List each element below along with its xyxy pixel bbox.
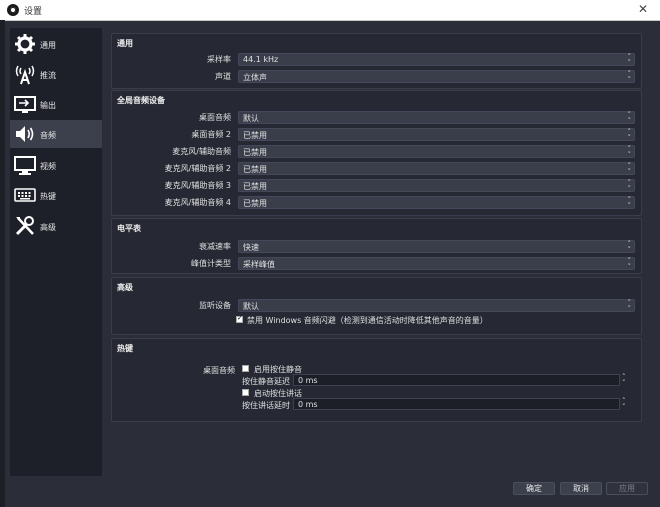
select-value: 44.1 kHz: [243, 55, 279, 64]
select-value: 已禁用: [243, 165, 267, 174]
select-value: 已禁用: [243, 148, 267, 157]
monitor-icon: [14, 156, 36, 175]
title-bar: 设置 ✕: [0, 0, 660, 21]
speaker-icon: [16, 126, 34, 142]
push-to-mute-checkbox[interactable]: [242, 365, 249, 372]
mic-aux-select[interactable]: 已禁用 ˄ ˅: [238, 145, 635, 159]
select-value: 默认: [243, 302, 259, 311]
select-value: 采样峰值: [243, 260, 275, 269]
window-title: 设置: [24, 7, 43, 17]
push-to-talk-delay-label: 按住讲话延时: [242, 401, 290, 410]
spinbox-value: 0 ms: [298, 400, 318, 409]
group-title: 电平表: [117, 224, 141, 233]
device-label: 麦克风/辅助音频: [172, 147, 231, 156]
sidebar-item-hotkeys[interactable]: 热键: [10, 181, 102, 209]
mic-aux-3-select[interactable]: 已禁用 ˄ ˅: [238, 179, 635, 193]
chevron-updown-icon: ˄ ˅: [627, 128, 632, 142]
mic-aux-4-select[interactable]: 已禁用 ˄ ˅: [238, 196, 635, 210]
push-to-mute-delay-spinbox[interactable]: 0 ms: [293, 374, 620, 386]
advanced-group: 高级 监听设备 默认 ˄˅ 禁用 Windows 音频闪避（检测到通信活动时降低…: [111, 277, 642, 335]
chevron-updown-icon: ˄ ˅: [627, 179, 632, 193]
device-label: 麦克风/辅助音频 4: [164, 198, 231, 207]
disable-ducking-checkbox[interactable]: [236, 314, 243, 323]
group-title: 高级: [117, 283, 133, 292]
peak-meter-type-label: 峰值计类型: [191, 259, 231, 268]
audio-settings-panel: 通用 采样率 44.1 kHz ˄ ˅ 声道 立体声 ˄ ˅ 全局音频设备 桌面音频…: [111, 28, 642, 474]
select-value: 立体声: [243, 73, 267, 82]
channels-select[interactable]: 立体声 ˄ ˅: [238, 70, 635, 84]
mic-aux-2-select[interactable]: 已禁用 ˄ ˅: [238, 162, 635, 176]
spin-arrows-icon[interactable]: ˄ ˅: [622, 398, 626, 411]
tools-icon: [15, 216, 34, 236]
cancel-button[interactable]: 取消: [560, 482, 602, 495]
meters-group: 电平表 衰减速率 快速 ˄ ˅ 峰值计类型 采样峰值 ˄ ˅: [111, 218, 642, 274]
peak-meter-type-select[interactable]: 采样峰值 ˄ ˅: [238, 257, 635, 271]
chevron-updown-icon: ˄ ˅: [627, 53, 632, 67]
group-title: 热键: [117, 344, 133, 353]
settings-sidebar: 通用 推流 输出 音频 视频 热键 高级: [10, 28, 102, 476]
group-title: 通用: [117, 39, 133, 48]
sidebar-item-label: 视频: [40, 162, 56, 171]
chevron-updown-icon: ˄ ˅: [627, 240, 632, 254]
chevron-updown-icon: ˄ ˅: [627, 70, 632, 84]
sidebar-item-stream[interactable]: 推流: [10, 60, 102, 88]
decay-rate-label: 衰减速率: [199, 242, 231, 251]
push-to-talk-checkbox[interactable]: [242, 389, 249, 396]
sidebar-item-label: 高级: [40, 223, 56, 232]
hotkey-source-label: 桌面音频: [203, 366, 235, 375]
obs-logo-icon: [7, 4, 19, 16]
monitoring-device-label: 监听设备: [199, 301, 231, 310]
push-to-mute-delay-label: 按住静音延迟: [242, 377, 290, 386]
ok-button[interactable]: 确定: [513, 482, 555, 495]
chevron-updown-icon: ˄ ˅: [627, 257, 632, 271]
group-title: 全局音频设备: [117, 96, 165, 105]
decay-rate-select[interactable]: 快速 ˄ ˅: [238, 240, 635, 254]
antenna-icon: [15, 65, 35, 85]
desktop-audio-2-select[interactable]: 已禁用 ˄ ˅: [238, 128, 635, 142]
sidebar-item-general[interactable]: 通用: [10, 30, 102, 58]
sidebar-item-video[interactable]: 视频: [10, 151, 102, 179]
output-icon: [14, 96, 36, 113]
desktop-audio-select[interactable]: 默认 ˄ ˅: [238, 111, 635, 125]
spin-arrows-icon[interactable]: ˄ ˅: [622, 374, 626, 387]
sample-rate-label: 采样率: [207, 55, 231, 64]
disable-ducking-label: 禁用 Windows 音频闪避（检测到通信活动时降低其他声音的音量）: [247, 316, 488, 325]
monitoring-device-select[interactable]: 默认 ˄ ˅: [238, 299, 635, 313]
chevron-updown-icon: ˄ ˅: [627, 299, 632, 313]
sample-rate-select[interactable]: 44.1 kHz ˄ ˅: [238, 53, 635, 67]
keyboard-icon: [14, 188, 36, 202]
chevron-updown-icon: ˄ ˅: [627, 111, 632, 125]
sidebar-item-output[interactable]: 输出: [10, 90, 102, 118]
select-value: 已禁用: [243, 199, 267, 208]
select-value: 已禁用: [243, 182, 267, 191]
select-value: 快速: [243, 243, 259, 252]
apply-button[interactable]: 应用: [606, 482, 648, 495]
device-label: 桌面音频 2: [191, 130, 231, 139]
device-label: 麦克风/辅助音频 2: [164, 164, 231, 173]
chevron-updown-icon: ˄ ˅: [627, 196, 632, 210]
sidebar-item-advanced[interactable]: 高级: [10, 212, 102, 240]
push-to-talk-delay-spinbox[interactable]: 0 ms: [293, 398, 620, 410]
hotkeys-group: 热键 桌面音频 启用按住静音 按住静音延迟 0 ms ˄ ˅ 启动按住讲话 按住讲…: [111, 338, 642, 422]
background-window-edge: [0, 20, 5, 507]
device-label: 桌面音频: [199, 113, 231, 122]
sidebar-item-label: 推流: [40, 71, 56, 80]
select-value: 已禁用: [243, 131, 267, 140]
sidebar-item-label: 输出: [40, 101, 56, 110]
sidebar-item-audio[interactable]: 音频: [10, 120, 102, 148]
device-label: 麦克风/辅助音频 3: [164, 181, 231, 190]
general-group: 通用 采样率 44.1 kHz ˄ ˅ 声道 立体声 ˄ ˅: [111, 33, 642, 89]
spinbox-value: 0 ms: [298, 376, 318, 385]
gear-icon: [15, 34, 35, 54]
sidebar-item-label: 音频: [40, 131, 56, 140]
chevron-updown-icon: ˄ ˅: [627, 162, 632, 176]
channels-label: 声道: [215, 72, 231, 81]
global-audio-devices-group: 全局音频设备 桌面音频 默认 ˄ ˅ 桌面音频 2 已禁用 ˄ ˅ 麦克风/辅助音频…: [111, 90, 642, 216]
sidebar-item-label: 热键: [40, 192, 56, 201]
sidebar-item-label: 通用: [40, 41, 56, 50]
close-button[interactable]: ✕: [638, 2, 648, 16]
chevron-updown-icon: ˄ ˅: [627, 145, 632, 159]
select-value: 默认: [243, 114, 259, 123]
